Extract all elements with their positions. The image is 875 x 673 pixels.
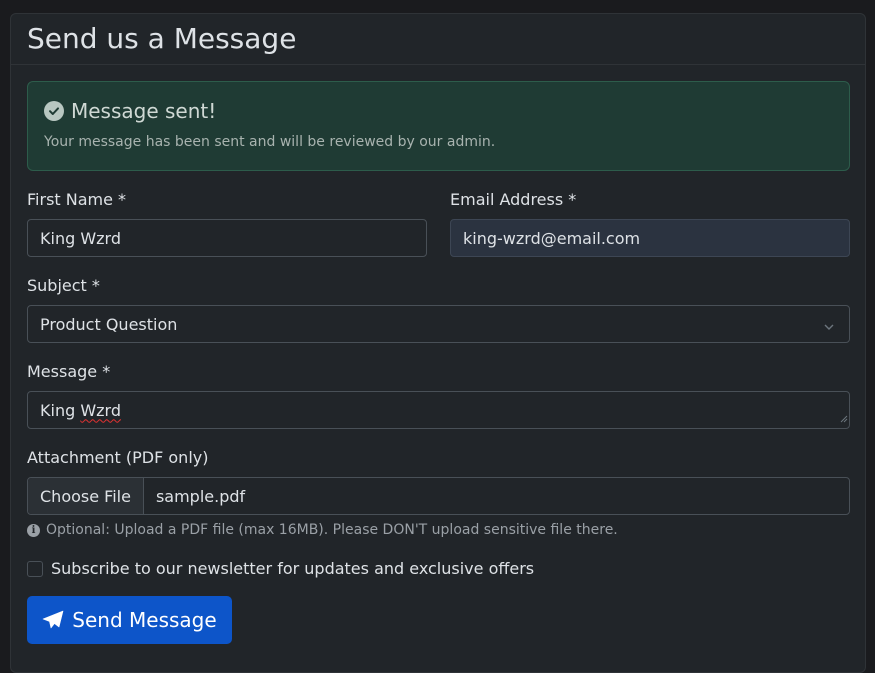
resize-handle-icon[interactable] [840, 408, 848, 427]
success-alert: Message sent! Your message has been sent… [27, 81, 850, 171]
first-name-value: King Wzrd [40, 228, 121, 248]
email-input[interactable]: king-wzrd@email.com [450, 219, 850, 257]
first-name-label: First Name * [27, 190, 127, 209]
alert-text: Your message has been sent and will be r… [44, 134, 496, 150]
file-name: sample.pdf [155, 486, 246, 506]
attachment-label: Attachment (PDF only) [27, 448, 209, 467]
email-label: Email Address * [450, 190, 577, 209]
choose-file-button[interactable]: Choose File [28, 478, 144, 514]
message-value: King Wzrd [40, 400, 121, 420]
subject-select[interactable]: Product Question [27, 305, 850, 343]
info-icon: i [27, 523, 40, 537]
newsletter-label[interactable]: Subscribe to our newsletter for updates … [51, 559, 534, 578]
attachment-help-text: Optional: Upload a PDF file (max 16MB). … [46, 522, 618, 538]
send-message-button[interactable]: Send Message [27, 596, 232, 644]
check-circle-icon [44, 101, 64, 121]
card-header: Send us a Message [11, 14, 865, 65]
alert-title: Message sent! [71, 99, 217, 123]
chevron-down-icon [823, 318, 835, 337]
file-input[interactable]: Choose File sample.pdf [27, 477, 850, 515]
email-value: king-wzrd@email.com [463, 228, 641, 248]
attachment-help: i Optional: Upload a PDF file (max 16MB)… [27, 522, 618, 538]
subject-label: Subject * [27, 276, 100, 295]
message-textarea[interactable]: King Wzrd [27, 391, 850, 429]
newsletter-row: Subscribe to our newsletter for updates … [27, 559, 534, 578]
newsletter-checkbox[interactable] [27, 560, 43, 577]
page-title: Send us a Message [27, 22, 297, 55]
subject-value: Product Question [40, 314, 178, 334]
first-name-input[interactable]: King Wzrd [27, 219, 427, 257]
contact-card: Send us a Message Message sent! Your mes… [10, 13, 866, 673]
paper-plane-icon [42, 610, 64, 629]
send-message-label: Send Message [72, 608, 217, 632]
message-label: Message * [27, 362, 111, 381]
